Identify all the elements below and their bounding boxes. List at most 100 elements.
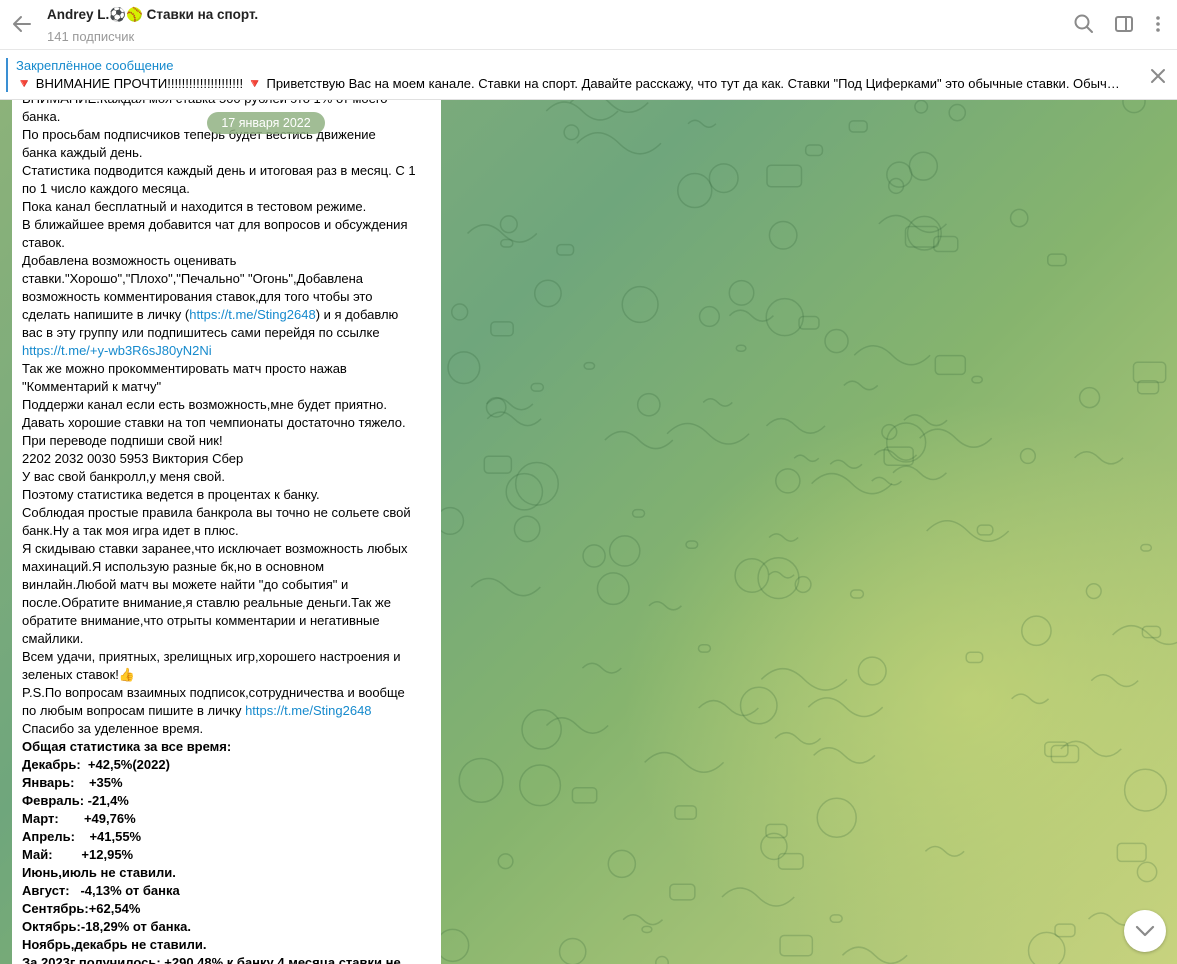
message-line: Март: +49,76% bbox=[22, 810, 427, 828]
message-line: Сентябрь:+62,54% bbox=[22, 900, 427, 918]
message-line: "Комментарий к матчу" bbox=[22, 378, 427, 396]
message-line-text: ВНИМАНИЕ.Каждая моя ставка 500 рублей эт… bbox=[22, 100, 388, 106]
message-line-text: смайлики. bbox=[22, 631, 84, 646]
background-doodle bbox=[848, 120, 868, 133]
chat-area[interactable]: ВНИМАНИЕ.Каждая моя ставка 500 рублей эт… bbox=[0, 100, 1177, 964]
background-doodle bbox=[435, 928, 470, 963]
background-doodle bbox=[1009, 208, 1029, 228]
background-doodle bbox=[976, 524, 994, 536]
background-doodle bbox=[447, 351, 481, 385]
message-line: У вас свой банкролл,у меня свой. bbox=[22, 468, 427, 486]
message-line-text: Всем удачи, приятных, зрелищных игр,хоро… bbox=[22, 649, 401, 664]
message-link[interactable]: https://t.me/+y-wb3R6sJ80yN2Ni bbox=[22, 343, 212, 358]
background-doodle bbox=[878, 214, 948, 234]
background-doodle bbox=[1047, 253, 1067, 267]
background-doodle bbox=[500, 238, 514, 248]
message-link[interactable]: https://t.me/Sting2648 bbox=[245, 703, 371, 718]
background-doodle bbox=[499, 215, 518, 234]
background-doodle bbox=[804, 144, 824, 157]
message-line-text: банк.Ну а так моя игра идет в плюс. bbox=[22, 523, 239, 538]
message-line: Соблюдая простые правила банкрола вы точ… bbox=[22, 504, 427, 522]
background-doodle bbox=[513, 515, 541, 543]
search-button[interactable] bbox=[1072, 12, 1096, 36]
background-doodle bbox=[698, 305, 721, 328]
background-doodle bbox=[1044, 741, 1069, 758]
pinned-message[interactable]: Закреплённое сообщение 🔻 ВНИМАНИЕ ПРОЧТИ… bbox=[0, 50, 1177, 100]
message-line: Всем удачи, приятных, зрелищных игр,хоро… bbox=[22, 648, 427, 666]
background-doodle bbox=[545, 101, 619, 121]
pinned-label: Закреплённое сообщение bbox=[16, 58, 174, 73]
background-doodle bbox=[919, 428, 993, 448]
message-line-text: банка. bbox=[22, 109, 61, 124]
message-line-text: ставок. bbox=[22, 235, 65, 250]
message-line: зеленых ставок!👍 bbox=[22, 666, 427, 684]
message-line: Общая статистика за все время: bbox=[22, 738, 427, 756]
background-doodle bbox=[556, 243, 575, 256]
background-doodle bbox=[581, 662, 622, 674]
background-doodle bbox=[669, 883, 696, 901]
search-icon bbox=[1074, 14, 1093, 33]
subscriber-count: 141 подписчик bbox=[47, 29, 135, 44]
background-doodle bbox=[775, 468, 801, 494]
close-pinned-button[interactable] bbox=[1148, 66, 1168, 89]
message-line: ставок. bbox=[22, 234, 427, 252]
message-line: по любым вопросам пишите в личку https:/… bbox=[22, 702, 427, 720]
message-line: Ноябрь,декабрь не ставили. bbox=[22, 936, 427, 954]
background-doodle bbox=[497, 853, 514, 870]
message-line: ставки."Хорошо","Плохо","Печально" "Огон… bbox=[22, 270, 427, 288]
background-doodle bbox=[841, 946, 908, 964]
message-line-text: Добавлена возможность оценивать bbox=[22, 253, 237, 268]
chat-title-block[interactable]: Andrey L.⚽🥎 Ставки на спорт. 141 подписч… bbox=[47, 6, 258, 46]
background-doodle bbox=[450, 303, 469, 321]
more-button[interactable] bbox=[1146, 12, 1170, 36]
background-doodle bbox=[582, 544, 606, 568]
background-doodle bbox=[948, 103, 967, 122]
message-line: смайлики. bbox=[22, 630, 427, 648]
message-line: Добавлена возможность оценивать bbox=[22, 252, 427, 270]
sidebar-toggle-button[interactable] bbox=[1112, 12, 1136, 36]
message-line-text: вас в эту группу или подпишитесь сами пе… bbox=[22, 325, 380, 340]
message-line-text: ставки."Хорошо","Плохо","Печально" "Огон… bbox=[22, 271, 364, 286]
close-icon bbox=[1151, 69, 1165, 83]
message-line-text: Спасибо за уделенное время. bbox=[22, 721, 204, 736]
message-line: Спасибо за уделенное время. bbox=[22, 720, 427, 738]
background-doodle bbox=[1060, 740, 1122, 758]
message-line: Декабрь: +42,5%(2022) bbox=[22, 756, 427, 774]
background-doodle bbox=[765, 823, 788, 839]
message-line-text: Июнь,июль не ставили. bbox=[22, 865, 176, 880]
background-doodle bbox=[774, 731, 822, 745]
message-line-text: винлайн.Любой матч вы можете найти "до с… bbox=[22, 577, 349, 592]
pinned-text: 🔻 ВНИМАНИЕ ПРОЧТИ!!!!!!!!!!!!!!!!!!!!! 🔻… bbox=[16, 76, 1124, 91]
background-doodle bbox=[1132, 361, 1167, 384]
background-doodle bbox=[757, 556, 800, 600]
message-line: За 2023г получилось: +290,48% к банку 4 … bbox=[22, 954, 427, 964]
background-doodle bbox=[685, 540, 699, 549]
message-line: В ближайшее время добавится чат для вопр… bbox=[22, 216, 427, 234]
background-doodle bbox=[648, 600, 682, 611]
message-line: https://t.me/+y-wb3R6sJ80yN2Ni bbox=[22, 342, 427, 360]
background-doodle bbox=[793, 454, 820, 463]
message-link[interactable]: https://t.me/Sting2648 bbox=[189, 307, 315, 322]
background-doodle bbox=[760, 667, 848, 691]
message-line-text: зеленых ставок!👍 bbox=[22, 667, 136, 682]
message-line: Так же можно прокомментировать матч прос… bbox=[22, 360, 427, 378]
background-doodle bbox=[483, 455, 513, 474]
message-line-text: после.Обратите внимание,я ставлю реальны… bbox=[22, 595, 391, 610]
message-line-text: Соблюдая простые правила банкрола вы точ… bbox=[22, 505, 411, 520]
message-bubble[interactable]: ВНИМАНИЕ.Каждая моя ставка 500 рублей эт… bbox=[12, 100, 441, 964]
message-line-text: Май: +12,95% bbox=[22, 847, 134, 862]
background-doodle bbox=[655, 955, 669, 964]
message-line-text: Февраль: -21,4% bbox=[22, 793, 129, 808]
background-doodle bbox=[576, 132, 662, 155]
message-line-text: В ближайшее время добавится чат для вопр… bbox=[22, 217, 408, 232]
background-doodle bbox=[698, 699, 759, 717]
scroll-down-button[interactable] bbox=[1124, 910, 1166, 952]
message-line-text: возможность комментирования ставок,для т… bbox=[22, 289, 373, 304]
background-doodle bbox=[596, 572, 630, 606]
message-line-text: Январь: +35% bbox=[22, 775, 123, 790]
message-line-text: Декабрь: +42,5%(2022) bbox=[22, 757, 170, 772]
background-doodle bbox=[871, 476, 903, 486]
message-line-text: Поддержи канал если есть возможность,мне… bbox=[22, 397, 388, 412]
back-button[interactable] bbox=[8, 10, 36, 38]
message-line-text: "Комментарий к матчу" bbox=[22, 379, 162, 394]
